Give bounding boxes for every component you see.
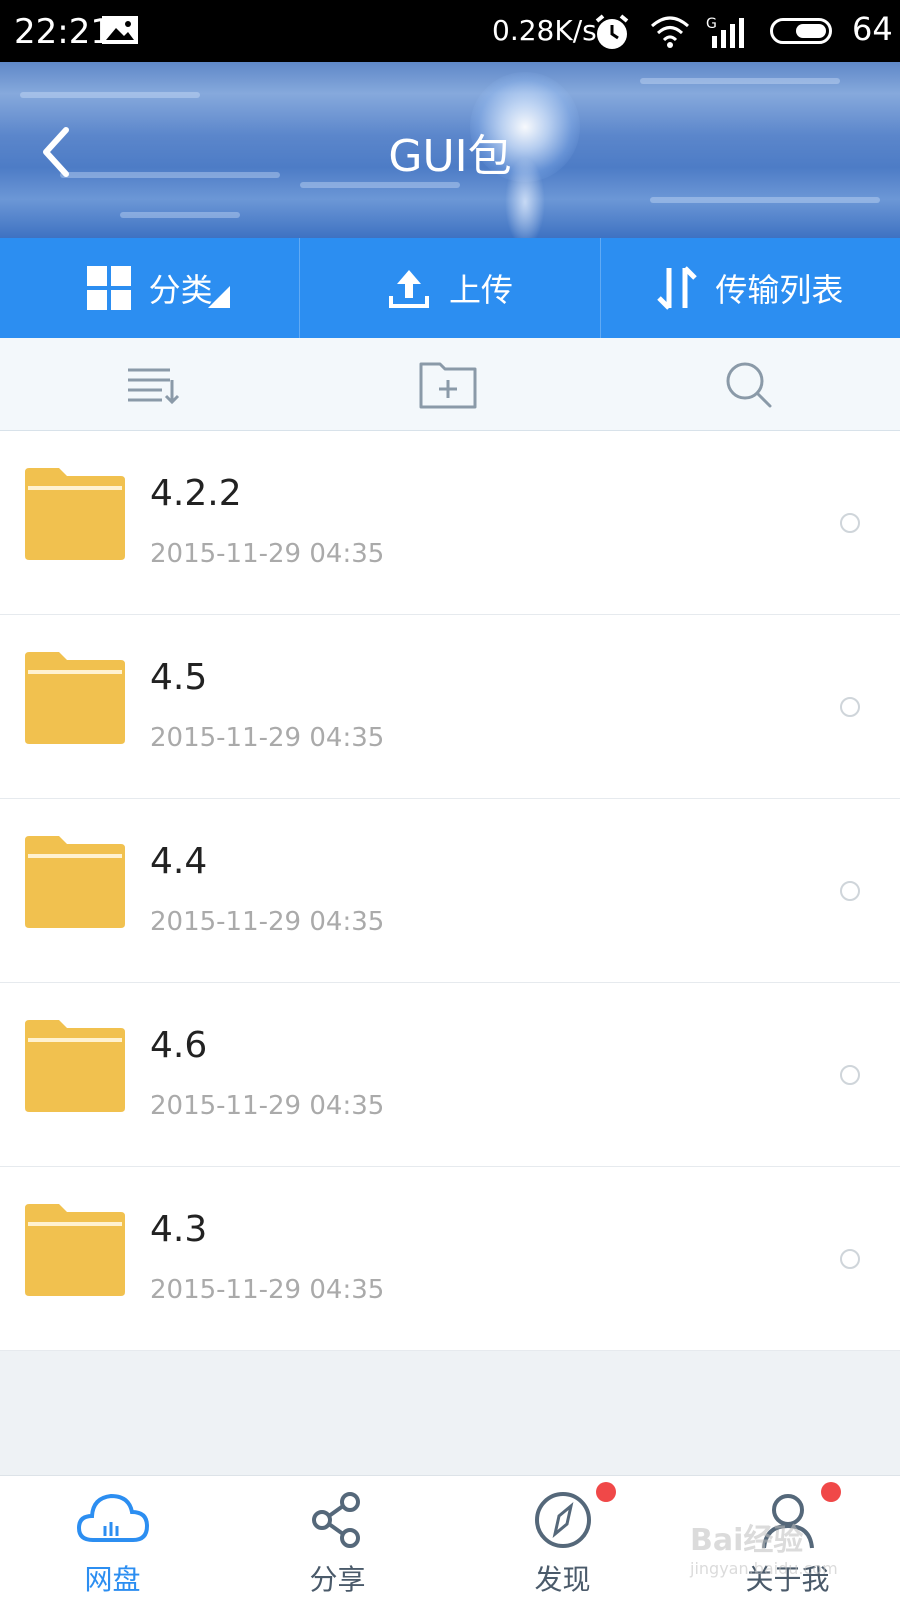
- folder-row[interactable]: 4.2.2 2015-11-29 04:35: [0, 431, 900, 615]
- folder-icon: [25, 468, 125, 560]
- folder-date: 2015-11-29 04:35: [150, 1091, 385, 1121]
- watermark-url: jingyan.baidu.com: [690, 1559, 838, 1578]
- folder-icon: [25, 836, 125, 928]
- folder-name: 4.5: [150, 657, 208, 698]
- transfer-list-button[interactable]: 传输列表: [601, 238, 900, 338]
- dropdown-triangle-icon: [208, 286, 230, 308]
- battery-toggle-icon: [770, 18, 832, 44]
- folder-row[interactable]: 4.3 2015-11-29 04:35: [0, 1167, 900, 1351]
- folder-icon: [25, 1020, 125, 1112]
- upload-label: 上传: [448, 271, 513, 309]
- tab-label: 网盘: [84, 1563, 141, 1596]
- folder-row[interactable]: 4.5 2015-11-29 04:35: [0, 615, 900, 799]
- cloud-icon: [76, 1493, 149, 1542]
- folder-row[interactable]: 4.4 2015-11-29 04:35: [0, 799, 900, 983]
- wifi-icon: [651, 16, 689, 48]
- battery-level: 64: [852, 10, 893, 48]
- select-radio[interactable]: [840, 697, 860, 717]
- tab-label: 分享: [309, 1563, 366, 1596]
- folder-name: 4.6: [150, 1025, 208, 1066]
- tab-label: 发现: [534, 1563, 591, 1596]
- notification-badge: [821, 1482, 841, 1502]
- folder-date: 2015-11-29 04:35: [150, 907, 385, 937]
- upload-button[interactable]: 上传: [300, 238, 601, 338]
- tab-netdisk[interactable]: 网盘: [0, 1476, 225, 1601]
- transfer-arrows-icon: [657, 266, 698, 310]
- sort-icon[interactable]: [126, 366, 180, 406]
- search-icon[interactable]: [724, 360, 774, 410]
- upload-icon: [388, 270, 429, 308]
- transfer-label: 传输列表: [715, 271, 844, 309]
- alarm-icon: [595, 14, 629, 49]
- cloud-decoration: [20, 92, 200, 98]
- watermark-brand: Bai经验: [690, 1523, 804, 1558]
- tab-share[interactable]: 分享: [225, 1476, 450, 1601]
- image-notification-icon: [102, 16, 138, 44]
- svg-text:G: G: [706, 16, 717, 32]
- select-radio[interactable]: [840, 513, 860, 533]
- cloud-decoration: [640, 78, 840, 84]
- notification-badge: [596, 1482, 616, 1502]
- folder-icon: [25, 1204, 125, 1296]
- new-folder-icon[interactable]: [418, 358, 478, 410]
- category-label: 分类: [148, 271, 213, 309]
- page-title: GUI包: [388, 131, 512, 182]
- signal-icon: G: [706, 16, 744, 48]
- folder-name: 4.3: [150, 1209, 208, 1250]
- action-bar: 分类 上传 传输列表: [0, 238, 900, 338]
- folder-icon: [25, 652, 125, 744]
- select-radio[interactable]: [840, 881, 860, 901]
- folder-date: 2015-11-29 04:35: [150, 723, 385, 753]
- tab-discover[interactable]: 发现: [450, 1476, 675, 1601]
- toolbar: [0, 338, 900, 431]
- status-time: 22:21: [14, 12, 112, 52]
- folder-date: 2015-11-29 04:35: [150, 1275, 385, 1305]
- file-list: 4.2.2 2015-11-29 04:35 4.5 2015-11-29 04…: [0, 431, 900, 1351]
- grid-icon: [86, 266, 131, 310]
- wave-decoration: [120, 212, 240, 218]
- wave-decoration: [650, 197, 880, 203]
- folder-row[interactable]: 4.6 2015-11-29 04:35: [0, 983, 900, 1167]
- share-icon: [311, 1492, 360, 1548]
- header-banner: GUI包: [0, 62, 900, 238]
- folder-date: 2015-11-29 04:35: [150, 539, 385, 569]
- network-speed: 0.28K/s: [492, 14, 597, 47]
- select-radio[interactable]: [840, 1249, 860, 1269]
- status-bar: 22:21 0.28K/s G 64: [0, 0, 900, 62]
- select-radio[interactable]: [840, 1065, 860, 1085]
- compass-icon: [534, 1492, 591, 1548]
- folder-name: 4.2.2: [150, 473, 242, 514]
- category-button[interactable]: 分类: [0, 238, 301, 338]
- folder-name: 4.4: [150, 841, 208, 882]
- watermark-logo: Bai经验 jingyan.baidu.com: [690, 1515, 838, 1578]
